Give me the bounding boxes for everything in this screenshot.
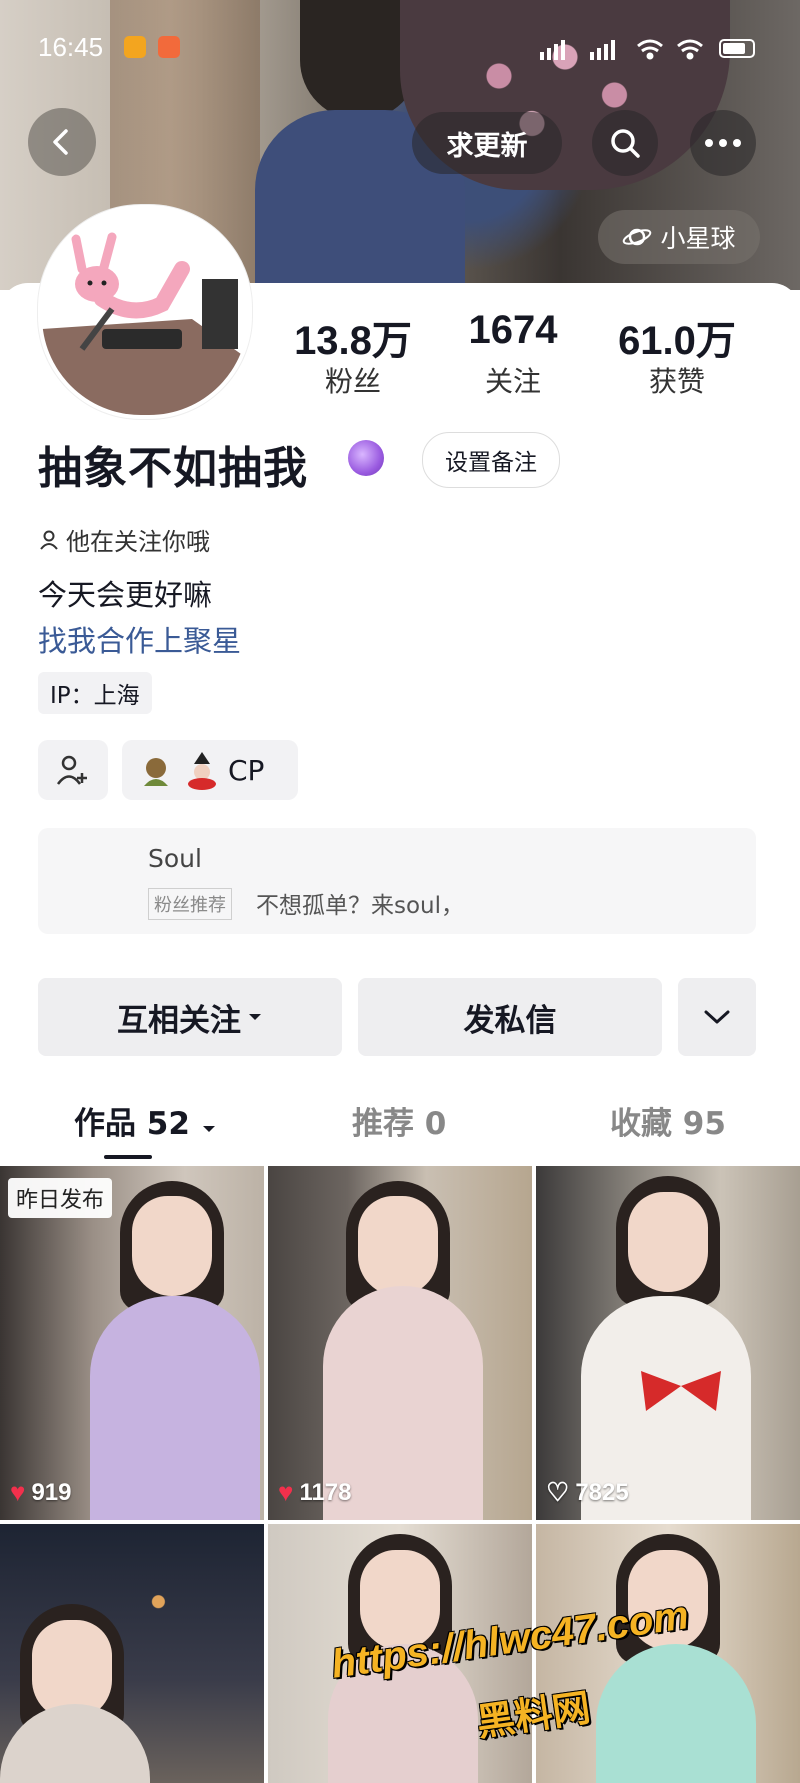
- like-count: ♡ 7825: [546, 1477, 629, 1507]
- follows-you-hint: 他在关注你哦: [38, 522, 210, 557]
- caret-down-icon: [249, 1014, 261, 1020]
- bio-link[interactable]: 找我合作上聚星: [38, 618, 241, 660]
- follow-hint-text: 他在关注你哦: [66, 528, 210, 556]
- search-button[interactable]: [592, 110, 658, 176]
- profile-name: 抽象不如抽我: [38, 443, 308, 494]
- chevron-down-icon: [704, 1010, 730, 1024]
- like-count: ♥ 919: [10, 1477, 72, 1507]
- promo-title: Soul: [148, 844, 202, 873]
- mutual-follow-label: 互相关注: [117, 1002, 241, 1039]
- cp-partner-avatar-icon: [188, 752, 216, 790]
- more-dots-icon: [705, 139, 741, 147]
- published-badge: 昨日发布: [8, 1178, 113, 1218]
- wifi-icon: [637, 39, 703, 60]
- cp-label: CP: [228, 753, 265, 787]
- heart-filled-icon: ♥: [10, 1477, 26, 1507]
- video-tile[interactable]: ♥ 1178: [268, 1166, 532, 1520]
- planet-button[interactable]: 小星球: [598, 210, 760, 264]
- promo-text: 不想孤单？来soul，: [256, 893, 465, 919]
- tab-works[interactable]: 作品 52: [74, 1098, 217, 1143]
- planet-label: 小星球: [660, 224, 736, 253]
- tab-recommend[interactable]: 推荐 0: [352, 1098, 446, 1143]
- avatar-illustration: [42, 209, 248, 415]
- app-notification-icon: [158, 36, 180, 58]
- promo-tag: 粉丝推荐: [148, 888, 232, 920]
- expand-button[interactable]: [678, 978, 756, 1056]
- chevron-left-icon: [53, 129, 68, 155]
- video-tile[interactable]: ♡ 7825: [536, 1166, 800, 1520]
- add-friend-button[interactable]: [38, 740, 108, 800]
- following-count[interactable]: 1674: [428, 308, 598, 353]
- search-icon: [611, 129, 640, 158]
- status-time: 16:45: [38, 32, 104, 62]
- caret-down-icon: [202, 1126, 215, 1132]
- video-tile[interactable]: 昨日发布 ♥ 919: [0, 1166, 264, 1520]
- ip-location-tag: IP：上海: [38, 672, 152, 714]
- heart-outline-icon: ♡: [546, 1477, 570, 1507]
- set-remark-button[interactable]: 设置备注: [422, 432, 560, 488]
- heart-filled-icon: ♥: [278, 1477, 294, 1507]
- verified-gem-icon[interactable]: [348, 440, 384, 476]
- back-button[interactable]: [28, 108, 96, 176]
- followers-count[interactable]: 13.8万: [268, 308, 438, 366]
- battery-icon: [719, 39, 755, 58]
- likes-label: 获赞: [648, 365, 705, 398]
- add-person-icon: [56, 755, 87, 785]
- request-update-button[interactable]: 求更新: [412, 112, 562, 174]
- message-button[interactable]: 发私信: [358, 978, 662, 1056]
- like-count: ♥ 1178: [278, 1477, 352, 1507]
- status-indicators: [540, 39, 755, 60]
- bio-text: 今天会更好嘛: [38, 578, 213, 612]
- mutual-follow-button[interactable]: 互相关注: [38, 978, 342, 1056]
- cp-avatar-icon: [144, 758, 168, 786]
- ribbon-shape: [641, 1371, 721, 1411]
- tab-favorites[interactable]: 收藏 95: [610, 1098, 726, 1143]
- cp-tag[interactable]: CP: [122, 740, 298, 800]
- promo-card[interactable]: Soul 粉丝推荐 不想孤单？来soul，: [38, 828, 756, 934]
- avatar[interactable]: [38, 205, 252, 419]
- signal-icon: [540, 40, 615, 60]
- planet-icon: [623, 228, 652, 246]
- following-label: 关注: [484, 365, 541, 398]
- likes-count[interactable]: 61.0万: [592, 308, 762, 366]
- person-icon: [40, 530, 58, 550]
- tab-works-label: 作品 52: [74, 1106, 190, 1142]
- followers-label: 粉丝: [324, 365, 381, 398]
- more-button[interactable]: [690, 110, 756, 176]
- notification-icon: [124, 36, 146, 58]
- active-tab-indicator: [104, 1155, 152, 1159]
- video-tile[interactable]: [0, 1524, 264, 1783]
